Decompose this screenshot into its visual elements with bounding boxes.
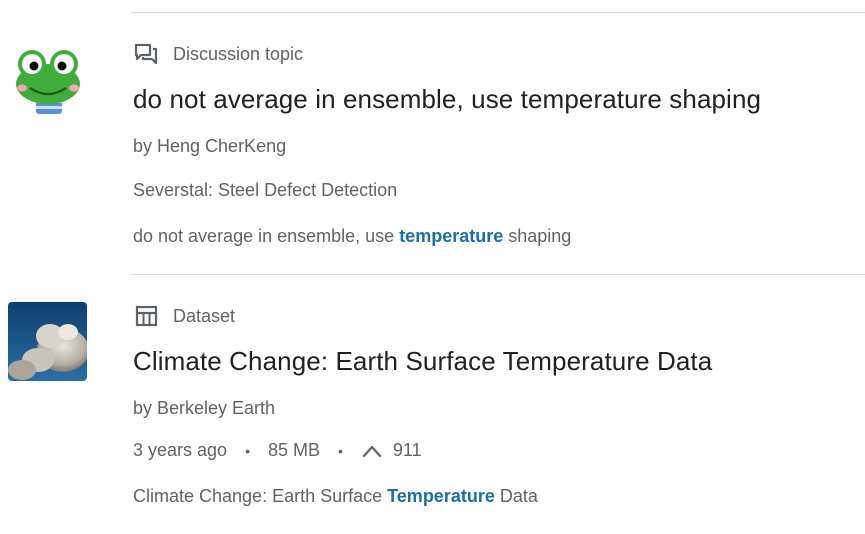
snippet-text: Data [494,486,538,506]
discussion-icon [133,42,159,66]
meta-separator: • [245,442,250,459]
search-results-page: Discussion topic do not average in ensem… [0,0,865,534]
snippet-highlight: Temperature [387,486,495,506]
result-type: Discussion topic [133,42,303,66]
upvote-icon[interactable] [361,443,383,459]
dataset-table-icon [133,304,159,328]
result-type: Dataset [133,304,235,328]
result-byline[interactable]: by Berkeley Earth [133,398,275,419]
result-age: 3 years ago [133,440,228,460]
meta-separator: • [338,442,343,459]
snippet-text: shaping [503,226,572,246]
result-meta: 3 years ago • 85 MB • 911 [133,440,422,461]
result-snippet: Climate Change: Earth Surface Temperatur… [133,486,538,507]
divider-middle [131,274,865,275]
snippet-text: Climate Change: Earth Surface [133,486,388,506]
snippet-highlight: temperature [399,226,504,246]
divider-top [131,12,865,13]
result-type-label: Discussion topic [173,43,304,64]
snippet-text: do not average in ensemble, use [133,226,400,246]
result-byline[interactable]: by Heng CherKeng [133,136,286,157]
result-size: 85 MB [267,440,320,460]
result-snippet: do not average in ensemble, use temperat… [133,226,571,247]
result-type-label: Dataset [173,305,236,326]
upvote-count: 911 [392,440,422,460]
result-title[interactable]: Climate Change: Earth Surface Temperatur… [133,346,712,377]
frog-avatar-icon[interactable] [8,38,87,117]
clouds-sky-image[interactable] [8,302,87,381]
result-competition[interactable]: Severstal: Steel Defect Detection [133,180,397,201]
result-title[interactable]: do not average in ensemble, use temperat… [133,84,761,115]
